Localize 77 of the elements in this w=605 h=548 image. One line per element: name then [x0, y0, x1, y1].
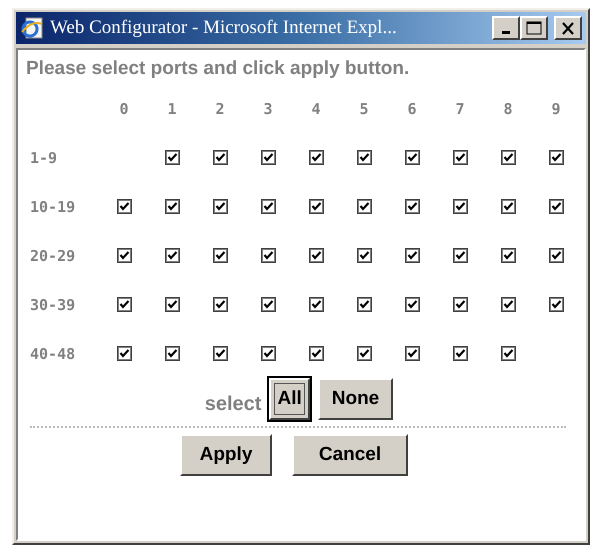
checkbox[interactable]	[500, 150, 516, 165]
checkbox[interactable]	[308, 199, 324, 214]
column-header: 3	[263, 100, 273, 118]
apply-button[interactable]: Apply	[180, 434, 272, 476]
checkbox[interactable]	[164, 248, 180, 263]
checkbox[interactable]	[500, 297, 516, 312]
close-button[interactable]	[554, 16, 582, 40]
checkbox[interactable]	[164, 346, 180, 361]
row-label: 20-29	[29, 246, 76, 264]
checkbox[interactable]	[404, 297, 420, 312]
minimize-button[interactable]	[492, 16, 520, 40]
checkbox[interactable]	[404, 248, 420, 263]
checkbox[interactable]	[212, 150, 228, 165]
checkbox[interactable]	[500, 346, 516, 361]
checkbox[interactable]	[260, 248, 276, 263]
checkbox[interactable]	[116, 297, 132, 312]
checkbox[interactable]	[212, 199, 228, 214]
select-label: select	[204, 392, 262, 416]
checkbox[interactable]	[452, 199, 468, 214]
checkbox[interactable]	[452, 248, 468, 263]
checkbox[interactable]	[404, 150, 420, 165]
checkbox[interactable]	[260, 346, 276, 361]
browser-icon	[20, 16, 44, 40]
column-header: 0	[119, 100, 129, 118]
checkbox[interactable]	[308, 150, 324, 165]
checkbox[interactable]	[116, 248, 132, 263]
cancel-button[interactable]: Cancel	[292, 434, 408, 476]
column-header: 1	[167, 100, 177, 118]
checkbox[interactable]	[116, 346, 132, 361]
column-header: 6	[407, 100, 417, 118]
row-label: 1-9	[29, 148, 58, 166]
checkbox[interactable]	[212, 297, 228, 312]
checkbox[interactable]	[260, 297, 276, 312]
checkbox[interactable]	[164, 199, 180, 214]
column-header: 4	[311, 100, 321, 118]
checkbox[interactable]	[356, 150, 372, 165]
column-header: 7	[455, 100, 465, 118]
select-button[interactable]: All	[269, 378, 310, 420]
checkbox[interactable]	[260, 150, 276, 165]
column-header: 5	[359, 100, 369, 118]
checkbox[interactable]	[452, 150, 468, 165]
column-header: 2	[215, 100, 225, 118]
maximize-icon	[526, 21, 542, 35]
row-label: 10-19	[29, 198, 76, 216]
select-button[interactable]: None	[318, 378, 394, 420]
checkbox[interactable]	[404, 199, 420, 214]
checkbox[interactable]	[452, 297, 468, 312]
checkbox[interactable]	[452, 346, 468, 361]
checkbox[interactable]	[260, 199, 276, 214]
minimize-icon	[502, 30, 510, 34]
checkbox[interactable]	[500, 199, 516, 214]
row-label: 30-39	[29, 296, 76, 314]
checkbox[interactable]	[308, 297, 324, 312]
checkbox[interactable]	[212, 346, 228, 361]
checkbox[interactable]	[404, 346, 420, 361]
row-label: 40-48	[29, 344, 76, 362]
checkbox[interactable]	[116, 199, 132, 214]
checkbox[interactable]	[356, 199, 372, 214]
checkbox[interactable]	[164, 150, 180, 165]
instruction-text: Please select ports and click apply button.	[26, 58, 410, 80]
checkbox[interactable]	[356, 248, 372, 263]
checkbox[interactable]	[548, 199, 564, 214]
column-header: 8	[503, 100, 513, 118]
window-title: Web Configurator - Microsoft Internet Expl...	[50, 17, 398, 39]
column-header: 9	[551, 100, 561, 118]
maximize-button[interactable]	[520, 16, 548, 40]
checkbox[interactable]	[548, 248, 564, 263]
checkbox[interactable]	[356, 346, 372, 361]
checkbox[interactable]	[164, 297, 180, 312]
checkbox[interactable]	[548, 297, 564, 312]
checkbox[interactable]	[212, 248, 228, 263]
checkbox[interactable]	[500, 248, 516, 263]
checkbox[interactable]	[308, 248, 324, 263]
checkbox[interactable]	[308, 346, 324, 361]
close-icon	[561, 22, 575, 34]
checkbox[interactable]	[356, 297, 372, 312]
checkbox[interactable]	[548, 150, 564, 165]
